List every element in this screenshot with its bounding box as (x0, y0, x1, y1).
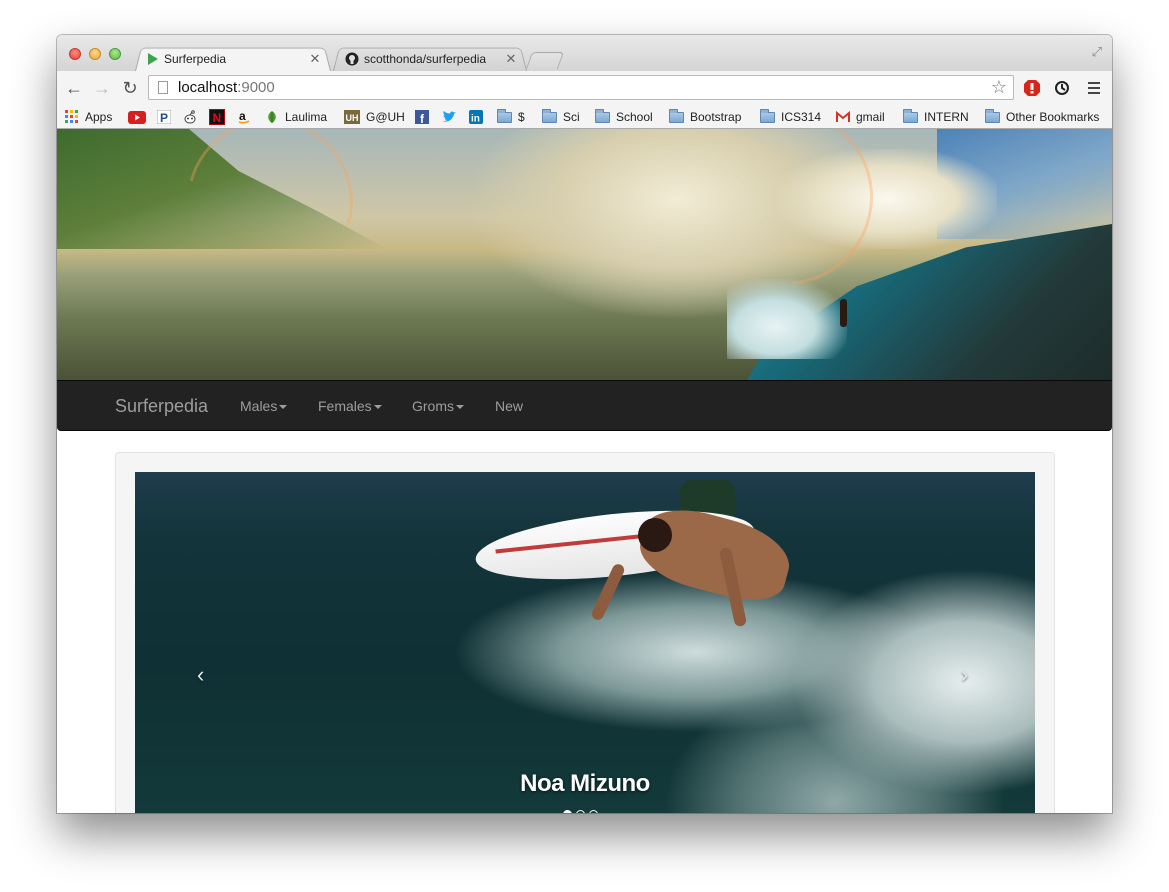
pandora-icon: P (157, 110, 171, 124)
reddit-icon (184, 109, 196, 123)
browser-toolbar: ← → ↻ localhost:9000 ☆ (57, 71, 1112, 105)
tab-github[interactable]: scotthonda/surferpedia ✕ (333, 46, 527, 71)
svg-text:N: N (213, 111, 222, 125)
bookmark-folder-ics314[interactable]: ICS314 (760, 108, 821, 126)
bookmark-amazon[interactable]: a (237, 108, 251, 126)
folder-icon (760, 108, 775, 123)
surferpedia-favicon-icon (148, 52, 158, 65)
hero-banner-image (57, 129, 1112, 380)
bookmark-folder-intern[interactable]: INTERN (903, 108, 969, 126)
adblock-icon[interactable] (1023, 79, 1041, 97)
tab-title: scotthonda/surferpedia (364, 51, 487, 66)
bookmark-youtube[interactable] (128, 108, 146, 126)
twitter-icon (442, 111, 456, 122)
folder-icon (903, 108, 918, 123)
tab-surferpedia[interactable]: Surferpedia ✕ (135, 46, 331, 71)
new-tab-button[interactable] (525, 52, 565, 69)
linkedin-icon: in (469, 110, 483, 124)
nav-link-new[interactable]: New (495, 398, 523, 414)
bookmark-laulima[interactable]: Laulima (265, 108, 327, 126)
bookmark-gmail[interactable]: gmail (836, 108, 885, 126)
folder-icon (985, 108, 1000, 123)
tab-title: Surferpedia (164, 51, 227, 66)
bookmark-folder-school[interactable]: School (595, 108, 653, 126)
amazon-icon: a (238, 110, 250, 124)
address-bar[interactable]: localhost:9000 ☆ (148, 75, 1014, 100)
bookmark-linkedin[interactable]: in (469, 108, 483, 126)
back-arrow-icon[interactable]: ← (63, 77, 85, 99)
youtube-icon (128, 110, 146, 124)
site-navbar: Surferpedia Males Females Groms New (57, 380, 1112, 431)
carousel-prev-icon[interactable]: ‹ (197, 662, 204, 688)
svg-text:in: in (471, 114, 480, 125)
facebook-icon: f (415, 110, 429, 124)
bookmark-folder-sci[interactable]: Sci (542, 108, 580, 126)
caret-down-icon (373, 404, 382, 409)
tab-close-icon[interactable]: ✕ (309, 51, 321, 67)
page-viewport: Surferpedia Males Females Groms New ‹ › … (57, 129, 1112, 813)
bookmark-facebook[interactable]: f (415, 108, 429, 126)
url-text: localhost:9000 (178, 79, 275, 96)
nav-dropdown-females[interactable]: Females (318, 398, 382, 414)
apps-grid-icon (65, 110, 78, 123)
caret-down-icon (279, 404, 288, 409)
fullscreen-icon[interactable]: ⤢ (1092, 44, 1102, 60)
folder-icon (542, 108, 557, 123)
tab-strip: Surferpedia ✕ scotthonda/surferpedia ✕ ⤢ (57, 35, 1112, 71)
carousel-indicator[interactable] (563, 810, 572, 813)
carousel-indicators (563, 810, 598, 813)
sync-extension-icon[interactable] (1053, 79, 1071, 97)
bookmark-folder-bootstrap[interactable]: Bootstrap (669, 108, 741, 126)
carousel-indicator[interactable] (576, 810, 585, 813)
surfer-carousel: ‹ › Noa Mizuno (135, 472, 1035, 813)
laulima-icon (268, 111, 276, 123)
uh-icon: UH (344, 110, 360, 124)
folder-icon (497, 108, 512, 123)
bookmark-folder-dollar[interactable]: $ (497, 108, 525, 126)
window-zoom-button[interactable] (109, 48, 121, 60)
bookmark-reddit[interactable] (183, 108, 197, 126)
page-icon (158, 81, 168, 94)
tab-close-icon[interactable]: ✕ (505, 51, 517, 67)
bookmark-netflix[interactable]: N (209, 108, 225, 126)
svg-text:UH: UH (346, 113, 359, 123)
window-minimize-button[interactable] (89, 48, 101, 60)
browser-window: Surferpedia ✕ scotthonda/surferpedia ✕ ⤢… (57, 35, 1112, 813)
reload-icon[interactable]: ↻ (119, 77, 141, 99)
gmail-icon (836, 110, 850, 122)
bookmark-star-icon[interactable]: ☆ (991, 77, 1007, 98)
carousel-next-icon[interactable]: › (961, 662, 968, 688)
github-icon (345, 52, 359, 65)
bookmark-guh[interactable]: UH G@UH (344, 108, 405, 126)
bookmarks-bar: Apps P N a Laulima UH G@UH f in $ Sci Sc… (57, 105, 1112, 129)
carousel-indicator[interactable] (589, 810, 598, 813)
carousel-caption: Noa Mizuno (520, 770, 650, 797)
caret-down-icon (456, 404, 464, 409)
bookmark-apps[interactable]: Apps (65, 108, 112, 126)
folder-icon (595, 108, 610, 123)
folder-icon (669, 108, 684, 123)
nav-dropdown-groms[interactable]: Groms (412, 398, 464, 414)
nav-dropdown-males[interactable]: Males (240, 398, 288, 414)
navbar-brand[interactable]: Surferpedia (115, 396, 208, 417)
menu-icon[interactable] (1085, 79, 1103, 97)
window-close-button[interactable] (69, 48, 81, 60)
forward-arrow-icon[interactable]: → (91, 77, 113, 99)
netflix-icon: N (209, 109, 225, 125)
svg-text:P: P (160, 111, 168, 124)
bookmark-pandora[interactable]: P (157, 108, 171, 126)
svg-text:a: a (239, 110, 246, 123)
bookmark-folder-other[interactable]: Other Bookmarks (985, 108, 1099, 126)
bookmark-twitter[interactable] (441, 108, 457, 126)
